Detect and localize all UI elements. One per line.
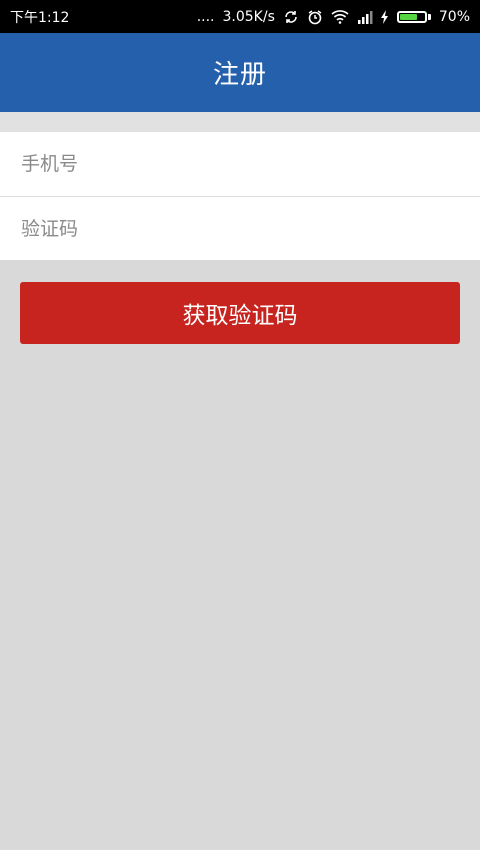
get-verification-code-button[interactable]: 获取验证码 (20, 282, 460, 344)
code-field-row (0, 196, 480, 260)
alarm-icon (307, 9, 323, 25)
cellular-signal-icon (357, 10, 373, 24)
app-header: 注册 (0, 33, 480, 112)
sync-icon (283, 9, 299, 25)
phone-field-row (0, 132, 480, 196)
status-icons: .... 3.05K/s 70% (197, 9, 470, 25)
battery-percent: 70% (438, 8, 470, 25)
status-time: 下午1:12 (10, 9, 70, 26)
charging-icon (380, 9, 389, 24)
verification-code-input[interactable] (21, 197, 480, 260)
signal-dots: .... (196, 8, 215, 25)
status-bar: 下午1:12 .... 3.05K/s 70% (0, 0, 480, 33)
header-spacer (0, 112, 480, 132)
network-speed: 3.05K/s (222, 8, 275, 25)
wifi-icon (331, 9, 349, 24)
phone-input[interactable] (21, 132, 480, 196)
register-form (0, 132, 480, 260)
battery-icon (396, 10, 431, 23)
page-title: 注册 (212, 60, 267, 90)
button-container: 获取验证码 (0, 260, 480, 344)
